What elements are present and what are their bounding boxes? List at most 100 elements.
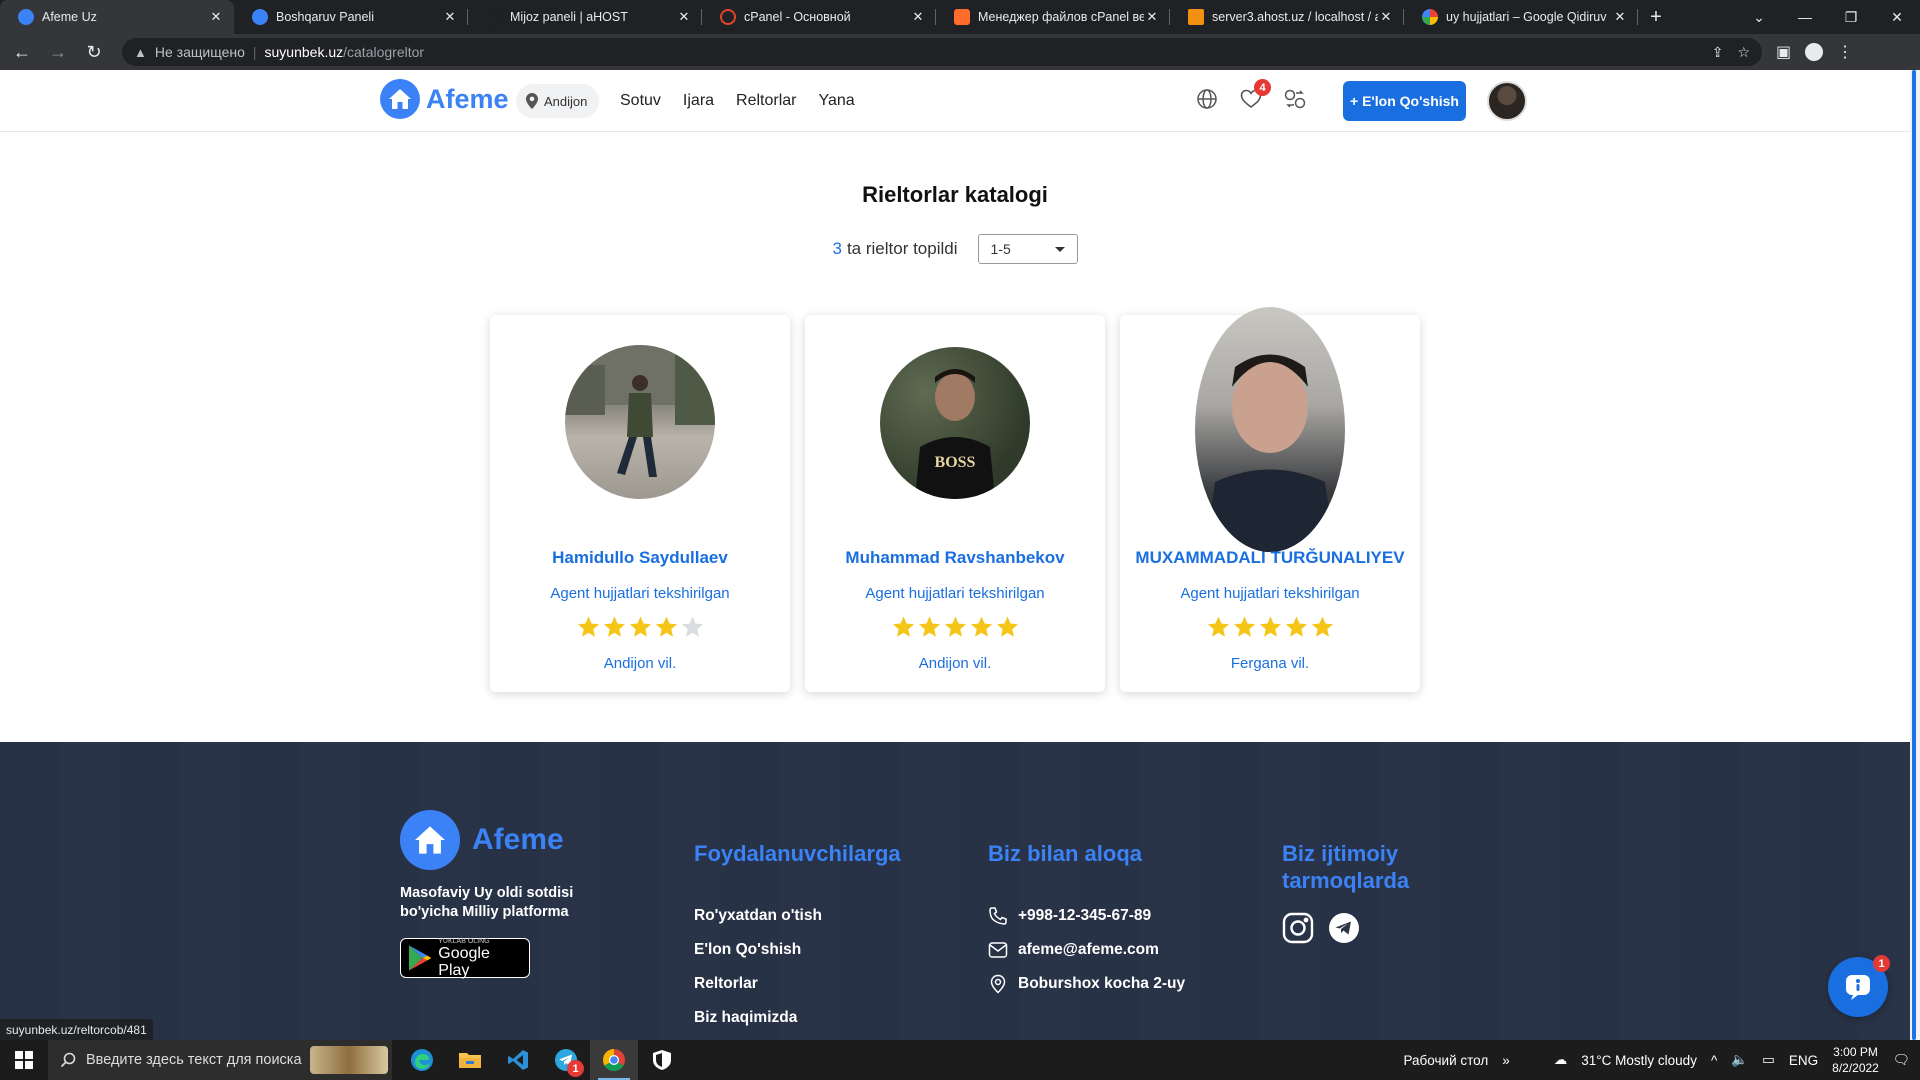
footer-email[interactable]: afeme@afeme.com	[988, 933, 1185, 967]
page-scrollbar[interactable]	[1910, 70, 1920, 1040]
tab-title: uy hujjatlari – Google Qidiruv	[1446, 10, 1607, 24]
star-filled-icon	[892, 616, 914, 637]
nav-reltorlar[interactable]: Reltorlar	[736, 92, 796, 110]
realtor-card[interactable]: MUXAMMADALI TURĞUNALIYEV Agent hujjatlar…	[1120, 307, 1420, 692]
profile-icon[interactable]	[1805, 43, 1824, 61]
window-controls: ⌄ — ❐ ✕	[1736, 0, 1920, 34]
realtor-photo	[565, 345, 715, 499]
star-filled-icon	[629, 616, 651, 637]
search-icon	[60, 1052, 76, 1068]
telegram-badge: 1	[567, 1060, 584, 1077]
instagram-icon[interactable]	[1282, 912, 1314, 949]
realtor-name[interactable]: Hamidullo Saydullaev	[490, 548, 790, 568]
clock-time: 3:00 PM	[1833, 1045, 1878, 1059]
nav-yana[interactable]: Yana	[819, 92, 855, 110]
close-window-button[interactable]: ✕	[1874, 0, 1920, 34]
compare-arrows-icon[interactable]	[1282, 86, 1308, 112]
network-icon[interactable]: ▭	[1762, 1052, 1775, 1068]
realtor-name[interactable]: Muhammad Ravshanbekov	[805, 548, 1105, 568]
taskbar-search[interactable]: Введите здесь текст для поиска	[48, 1040, 392, 1080]
close-tab-icon[interactable]: ✕	[1144, 9, 1160, 25]
tab-file-manager[interactable]: Менеджер файлов cPanel верс ✕	[936, 0, 1170, 34]
tab-boshqaruv-paneli[interactable]: Boshqaruv Paneli ✕	[234, 0, 468, 34]
taskbar-vscode[interactable]	[494, 1040, 542, 1080]
weather-text[interactable]: 31°C Mostly cloudy	[1581, 1053, 1697, 1068]
post-listing-button[interactable]: + E'lon Qo'shish	[1343, 81, 1466, 121]
rating-stars	[490, 615, 790, 639]
user-avatar[interactable]	[1487, 81, 1527, 121]
close-tab-icon[interactable]: ✕	[442, 9, 458, 25]
star-filled-icon	[603, 616, 625, 637]
realtor-card[interactable]: Hamidullo Saydullaev Agent hujjatlari te…	[490, 315, 790, 692]
tab-mijoz-paneli[interactable]: Mijoz paneli | aHOST ✕	[468, 0, 702, 34]
input-language[interactable]: ENG	[1789, 1053, 1818, 1068]
star-filled-icon	[1285, 616, 1307, 637]
realtor-name[interactable]: MUXAMMADALI TURĞUNALIYEV	[1120, 548, 1420, 568]
google-play-button[interactable]: YUKLAB OLING Google Play	[400, 938, 530, 979]
nav-sotuv[interactable]: Sotuv	[620, 92, 661, 110]
menu-kebab-icon[interactable]: ⋮	[1837, 42, 1853, 62]
telegram-icon[interactable]	[1328, 912, 1360, 949]
google-favicon-icon	[1422, 9, 1438, 25]
footer-contact-title: Biz bilan aloqa	[988, 841, 1143, 866]
favorites-heart-icon[interactable]: 4	[1238, 79, 1271, 112]
tab-google-search[interactable]: uy hujjatlari – Google Qidiruv ✕	[1404, 0, 1638, 34]
back-button[interactable]: ←	[8, 38, 36, 66]
footer-link-realtors[interactable]: Reltorlar	[694, 967, 901, 1001]
site-logo[interactable]: Afeme	[380, 79, 509, 119]
tab-title: Afeme Uz	[42, 10, 97, 24]
city-selector[interactable]: Andijon	[516, 84, 600, 118]
taskbar-chrome[interactable]	[590, 1040, 638, 1080]
new-tab-button[interactable]: +	[1638, 0, 1674, 34]
volume-icon[interactable]: 🔈	[1731, 1052, 1748, 1068]
close-tab-icon[interactable]: ✕	[1378, 9, 1394, 25]
realtor-region: Andijon vil.	[918, 655, 992, 672]
google-play-label: Google Play	[438, 944, 490, 979]
tray-chevron-up-icon[interactable]: ^	[1711, 1053, 1717, 1068]
share-icon[interactable]: ⇪	[1712, 44, 1724, 61]
tab-search-icon[interactable]: ⌄	[1736, 0, 1782, 34]
restore-button[interactable]: ❐	[1828, 0, 1874, 34]
rating-stars	[805, 615, 1105, 639]
footer-link-register[interactable]: Ro'yxatdan o'tish	[694, 899, 901, 933]
page-range-select[interactable]: 1-5	[977, 234, 1078, 264]
realtor-card[interactable]: BOSS Muhammad Ravshanbekov Agent hujjatl…	[805, 315, 1105, 692]
footer-tagline: Masofaviy Uy oldi sotdisi bo'yicha Milli…	[400, 885, 574, 920]
tab-phpmyadmin[interactable]: server3.ahost.uz / localhost / ali ✕	[1170, 0, 1404, 34]
minimize-button[interactable]: —	[1782, 0, 1828, 34]
taskbar-telegram[interactable]: 1	[542, 1040, 590, 1080]
footer-logo[interactable]: Afeme	[400, 810, 564, 870]
reload-button[interactable]: ↻	[80, 38, 108, 66]
chat-button[interactable]: 1	[1828, 955, 1890, 1017]
tab-afeme-uz[interactable]: Afeme Uz ✕	[0, 0, 234, 34]
notifications-icon[interactable]: 🗨	[1893, 1052, 1910, 1068]
taskbar-file-explorer[interactable]	[446, 1040, 494, 1080]
footer-link-about[interactable]: Biz haqimizda	[694, 1001, 901, 1035]
taskbar-clock[interactable]: 3:00 PM 8/2/2022	[1832, 1044, 1879, 1076]
star-filled-icon	[996, 616, 1018, 637]
star-filled-icon	[944, 616, 966, 637]
bookmark-star-icon[interactable]: ☆	[1737, 44, 1750, 61]
side-panel-icon[interactable]: ▣	[1776, 42, 1791, 62]
footer-link-post[interactable]: E'lon Qo'shish	[694, 933, 901, 967]
taskbar-edge[interactable]	[398, 1040, 446, 1080]
desktop-toolbar-label[interactable]: Рабочий стол	[1403, 1053, 1488, 1068]
nav-ijara[interactable]: Ijara	[683, 92, 714, 110]
taskbar-security[interactable]	[638, 1040, 686, 1080]
weather-cloud-icon[interactable]: ☁	[1554, 1052, 1568, 1068]
realtor-region: Fergana vil.	[1230, 655, 1310, 672]
globe-icon[interactable]	[1194, 86, 1220, 112]
chevron-right-icon[interactable]: »	[1502, 1053, 1510, 1068]
scrollbar-thumb[interactable]	[1912, 70, 1916, 1040]
start-button[interactable]	[0, 1040, 48, 1080]
forward-button[interactable]: →	[44, 38, 72, 66]
tab-cpanel[interactable]: cPanel - Основной ✕	[702, 0, 936, 34]
close-tab-icon[interactable]: ✕	[1612, 9, 1628, 25]
close-tab-icon[interactable]: ✕	[676, 9, 692, 25]
close-tab-icon[interactable]: ✕	[910, 9, 926, 25]
close-tab-icon[interactable]: ✕	[208, 9, 224, 25]
footer-phone[interactable]: +998-12-345-67-89	[988, 899, 1185, 933]
footer-users-title: Foydalanuvchilarga	[694, 841, 901, 866]
warning-triangle-icon: ▲	[134, 44, 147, 60]
address-bar[interactable]: ▲ Не защищено | suyunbek.uz /catalogrelt…	[122, 38, 1762, 66]
